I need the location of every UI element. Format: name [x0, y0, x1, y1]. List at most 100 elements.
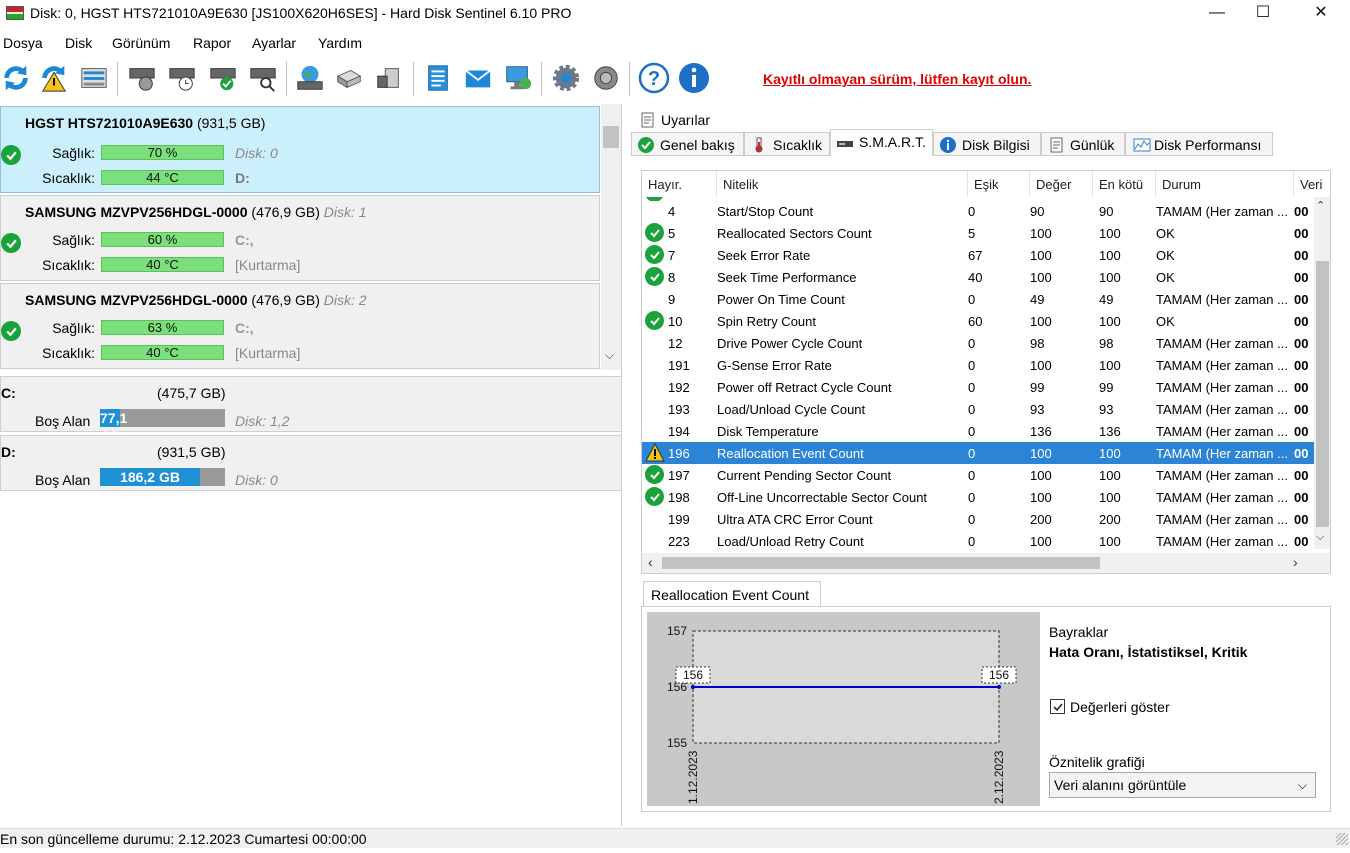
chevron-right-icon[interactable]: › [1293, 554, 1298, 570]
smart-row[interactable]: 197 Current Pending Sector Count 0 100 100 TA… [642, 464, 1314, 486]
smart-row[interactable]: 4 Start/Stop Count 0 90 90 TAMAM (Her zaman .… [642, 200, 1314, 222]
free-space-bar: 186,2 GB [100, 468, 225, 486]
column-header[interactable]: Eşik [968, 171, 1030, 197]
chevron-down-icon: ⌵ [1297, 778, 1307, 792]
tab-disk-info[interactable]: Disk Bilgisi [933, 132, 1041, 156]
detail-tab[interactable]: Reallocation Event Count [643, 581, 821, 607]
tab-temperature[interactable]: Sıcaklık [744, 132, 830, 156]
gear-icon[interactable] [550, 62, 582, 94]
cell-status: OK [1156, 226, 1175, 241]
disk-ok-icon[interactable] [207, 62, 239, 94]
smart-row[interactable]: 12 Drive Power Cycle Count 0 98 98 TAMAM (Her… [642, 332, 1314, 354]
check-icon [645, 465, 664, 484]
column-header[interactable]: Veri [1294, 171, 1330, 197]
menu-rapor[interactable]: Rapor [193, 35, 231, 51]
column-header[interactable]: Durum [1156, 171, 1294, 197]
tab-alerts[interactable]: Uyarılar [633, 108, 718, 132]
cell-thr: 0 [968, 336, 976, 351]
cell-status: OK [1156, 248, 1175, 263]
smart-row[interactable]: 10 Spin Retry Count 60 100 100 OK 00 [642, 310, 1314, 332]
smart-horizontal-scrollbar[interactable]: ‹ › [642, 553, 1330, 573]
cell-worst: 100 [1099, 446, 1121, 461]
graph-select-value: Veri alanını görüntüle [1054, 777, 1187, 793]
chevron-up-icon[interactable]: ⌃ [1316, 199, 1325, 212]
chevron-left-icon[interactable]: ‹ [648, 554, 653, 570]
help-icon[interactable]: ? [638, 62, 670, 94]
tab-log[interactable]: Günlük [1041, 132, 1125, 156]
smart-row[interactable]: 192 Power off Retract Cycle Count 0 99 99 TAM… [642, 376, 1314, 398]
graph-select-dropdown[interactable]: Veri alanını görüntüle ⌵ [1049, 772, 1316, 798]
smart-row[interactable]: 9 Power On Time Count 0 49 49 TAMAM (Her zama… [642, 288, 1314, 310]
resize-grip[interactable] [1336, 833, 1348, 845]
scrollbar-thumb[interactable] [603, 126, 619, 148]
smart-row[interactable]: 193 Load/Unload Cycle Count 0 93 93 TAMAM (He… [642, 398, 1314, 420]
drive-letters: D: [235, 170, 250, 186]
disk-list-scrollbar[interactable]: ⌵ [601, 104, 621, 370]
column-header[interactable]: En kötü [1093, 171, 1156, 197]
cell-data: 00 [1294, 226, 1309, 241]
show-values-checkbox[interactable] [1050, 699, 1065, 714]
cell-id: 8 [668, 270, 676, 285]
cell-id: 191 [668, 358, 690, 373]
menu-dosya[interactable]: Dosya [3, 35, 43, 51]
smart-row[interactable]: 8 Seek Time Performance 40 100 100 OK 00 [642, 266, 1314, 288]
chevron-down-icon[interactable]: ⌵ [605, 348, 614, 363]
speaker-icon[interactable] [590, 62, 622, 94]
scrollbar-thumb[interactable] [1316, 261, 1329, 527]
partition-item[interactable]: D: (931,5 GB) Boş Alan 186,2 GB Disk: 0 [0, 435, 622, 491]
world-disk-icon[interactable] [294, 62, 326, 94]
smart-row[interactable]: 7 Seek Error Rate 67 100 100 OK 00 [642, 244, 1314, 266]
tab-smart[interactable]: S.M.A.R.T. [830, 129, 933, 156]
close-button[interactable]: ✕ [1298, 0, 1344, 28]
refresh-warning-icon[interactable] [38, 62, 70, 94]
info-icon[interactable] [678, 62, 710, 94]
cell-worst: 100 [1099, 358, 1121, 373]
external-drive-icon[interactable] [373, 62, 405, 94]
column-header[interactable]: Değer [1030, 171, 1093, 197]
smart-row[interactable]: 5 Reallocated Sectors Count 5 100 100 OK 00 [642, 222, 1314, 244]
scrollbar-thumb[interactable] [662, 557, 1100, 569]
minimize-button[interactable]: — [1194, 0, 1240, 28]
column-header[interactable]: Hayır. [642, 171, 717, 197]
menu-ayarlar[interactable]: Ayarlar [252, 35, 296, 51]
disk-item[interactable]: HGST HTS721010A9E630 (931,5 GB) Sağlık: … [0, 106, 600, 193]
tab-overview[interactable]: Genel bakış [631, 132, 744, 156]
maximize-button[interactable]: ☐ [1240, 0, 1286, 28]
health-bar: 60 % [101, 232, 224, 247]
smart-row[interactable]: 194 Disk Temperature 0 136 136 TAMAM (Her zam… [642, 420, 1314, 442]
smart-vertical-scrollbar[interactable]: ⌃ ⌵ [1314, 197, 1330, 549]
smart-row[interactable]: 198 Off-Line Uncorrectable Sector Count 0 1… [642, 486, 1314, 508]
menu-gorunum[interactable]: Görünüm [112, 35, 170, 51]
menu-disk[interactable]: Disk [65, 35, 92, 51]
disk-item[interactable]: SAMSUNG MZVPV256HDGL-0000 (476,9 GB) Dis… [0, 283, 600, 369]
cell-id: 194 [668, 424, 690, 439]
disk-list-icon[interactable] [78, 62, 110, 94]
mail-icon[interactable] [462, 62, 494, 94]
smart-row[interactable]: 199 Ultra ATA CRC Error Count 0 200 200 TAMAM… [642, 508, 1314, 530]
cell-data: 00 [1294, 292, 1309, 307]
chevron-down-icon[interactable]: ⌵ [1316, 531, 1324, 544]
free-space-fill: 77,1 GB [100, 409, 128, 444]
refresh-icon[interactable] [0, 62, 32, 94]
smart-row[interactable]: 191 G-Sense Error Rate 0 100 100 TAMAM (Her z… [642, 354, 1314, 376]
cell-status: TAMAM (Her zaman ... [1156, 468, 1288, 483]
cell-thr: 0 [968, 204, 976, 219]
x-tick-label: 2.12.2023 [992, 750, 1006, 804]
disk-item[interactable]: SAMSUNG MZVPV256HDGL-0000 (476,9 GB) Dis… [0, 195, 600, 281]
cell-id: 4 [668, 204, 676, 219]
disk-search-icon[interactable] [247, 62, 279, 94]
usb-drive-icon[interactable] [333, 62, 365, 94]
register-notice-link[interactable]: Kayıtlı olmayan sürüm, lütfen kayıt olun… [763, 71, 1031, 87]
smart-row[interactable]: 196 Reallocation Event Count 0 100 100 TAMAM … [642, 442, 1314, 464]
tab-disk-performance[interactable]: Disk Performansı [1125, 132, 1273, 156]
smart-row[interactable]: 223 Load/Unload Retry Count 0 100 100 TAMAM (… [642, 530, 1314, 552]
partition-item[interactable]: C: (475,7 GB) Boş Alan 77,1 GB Disk: 1,2 [0, 376, 622, 444]
disk-sound-icon[interactable] [126, 62, 158, 94]
smart-rows: 4 Start/Stop Count 0 90 90 TAMAM (Her zaman .… [642, 200, 1314, 552]
column-header[interactable]: Nitelik [717, 171, 968, 197]
report-icon[interactable] [422, 62, 454, 94]
network-icon[interactable] [502, 62, 534, 94]
menu-yardim[interactable]: Yardım [318, 35, 362, 51]
show-values-label[interactable]: Değerleri göster [1070, 699, 1170, 715]
disk-clock-icon[interactable] [166, 62, 198, 94]
